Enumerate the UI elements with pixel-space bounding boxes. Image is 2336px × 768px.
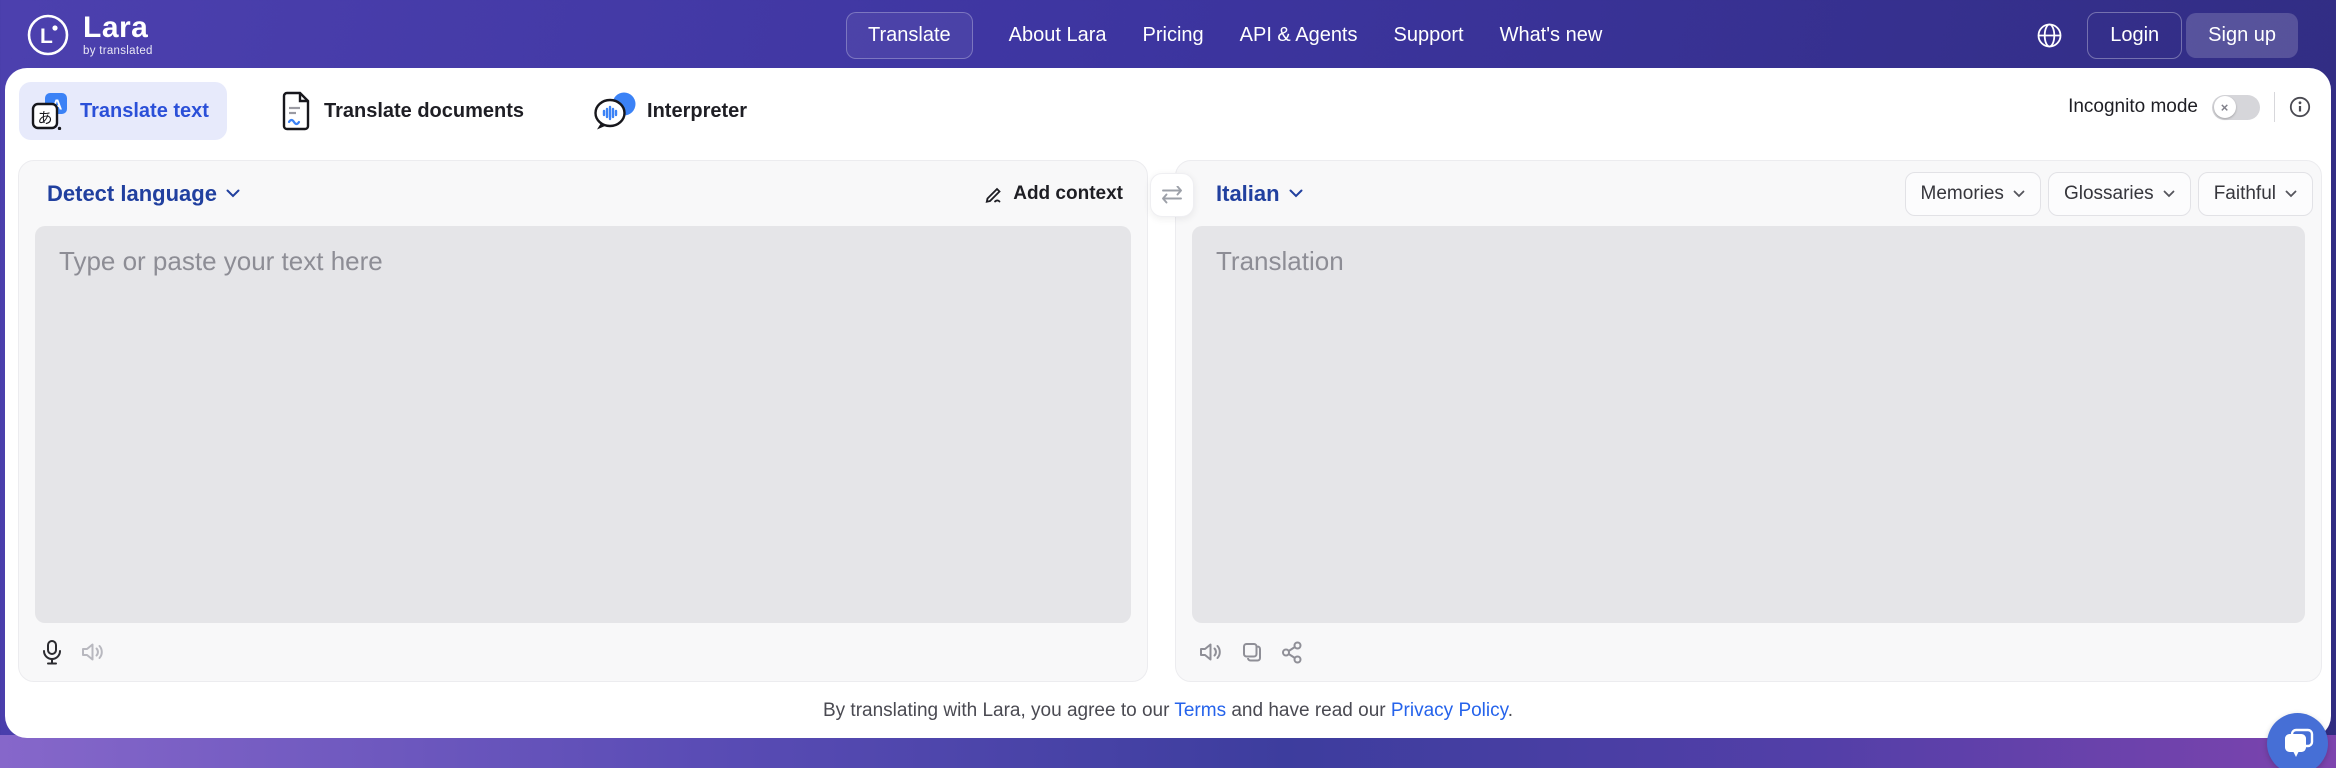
logo-wordmark: Lara bbox=[83, 13, 153, 43]
svg-text:あ: あ bbox=[38, 109, 53, 127]
microphone-icon[interactable] bbox=[41, 639, 63, 666]
nav-link-whats-new[interactable]: What's new bbox=[1500, 24, 1603, 47]
tab-translate-text[interactable]: A あ Translate text bbox=[19, 82, 227, 140]
translator-card: A あ Translate text Translate documents bbox=[5, 68, 2331, 738]
speaker-icon bbox=[80, 641, 106, 663]
tab-translate-documents[interactable]: Translate documents bbox=[267, 81, 542, 141]
tab-label: Translate text bbox=[80, 100, 209, 123]
source-panel: Detect language Add context bbox=[18, 160, 1148, 682]
nav-link-about-lara[interactable]: About Lara bbox=[1009, 24, 1107, 47]
add-context-label: Add context bbox=[1013, 183, 1123, 205]
translation-placeholder: Translation bbox=[1192, 226, 2305, 297]
svg-text:L: L bbox=[40, 25, 53, 48]
privacy-policy-link[interactable]: Privacy Policy bbox=[1391, 700, 1508, 721]
tab-interpreter[interactable]: Interpreter bbox=[582, 82, 765, 140]
top-navbar: L Lara by translated Translate About Lar… bbox=[0, 0, 2336, 70]
add-context-button[interactable]: Add context bbox=[984, 183, 1123, 205]
nav-link-api-agents[interactable]: API & Agents bbox=[1240, 24, 1358, 47]
source-text-input[interactable] bbox=[35, 226, 1131, 623]
pen-icon bbox=[984, 184, 1004, 204]
translate-documents-icon bbox=[279, 91, 313, 131]
globe-language-icon[interactable] bbox=[2036, 22, 2063, 49]
tab-label: Interpreter bbox=[647, 100, 747, 123]
interpreter-icon bbox=[594, 92, 636, 130]
toggle-knob: × bbox=[2214, 96, 2236, 118]
incognito-toggle[interactable]: × bbox=[2212, 95, 2260, 120]
tab-label: Translate documents bbox=[324, 100, 524, 123]
chat-bubbles-icon bbox=[2279, 726, 2317, 762]
chat-widget-button[interactable] bbox=[2267, 713, 2328, 768]
translate-text-icon: A あ bbox=[31, 92, 69, 130]
incognito-mode-label: Incognito mode bbox=[2068, 96, 2198, 118]
signup-button[interactable]: Sign up bbox=[2186, 13, 2298, 58]
target-panel: Italian Memories Glossaries Faithful bbox=[1175, 160, 2322, 682]
lara-logo-mark-icon: L bbox=[26, 13, 70, 57]
nav-link-translate[interactable]: Translate bbox=[846, 12, 973, 59]
info-icon[interactable] bbox=[2289, 96, 2311, 118]
logo-tagline: by translated bbox=[83, 46, 153, 58]
swap-arrows-icon bbox=[1160, 186, 1184, 204]
chevron-down-icon bbox=[2013, 190, 2025, 198]
translation-output: Translation bbox=[1192, 226, 2305, 623]
nav-actions: Login Sign up bbox=[2036, 12, 2298, 59]
glossaries-dropdown[interactable]: Glossaries bbox=[2048, 172, 2191, 216]
chevron-down-icon bbox=[2285, 190, 2297, 198]
nav-link-pricing[interactable]: Pricing bbox=[1143, 24, 1204, 47]
bottom-gradient-band bbox=[0, 735, 2336, 768]
incognito-controls: Incognito mode × bbox=[2068, 68, 2311, 146]
source-language-selector[interactable]: Detect language bbox=[47, 181, 240, 207]
nav-links: Translate About Lara Pricing API & Agent… bbox=[846, 0, 1602, 70]
swap-languages-button[interactable] bbox=[1150, 173, 1194, 217]
target-language-label: Italian bbox=[1216, 181, 1280, 207]
source-language-label: Detect language bbox=[47, 181, 217, 207]
chevron-down-icon bbox=[2163, 190, 2175, 198]
login-button[interactable]: Login bbox=[2087, 12, 2182, 59]
speaker-icon bbox=[1198, 641, 1224, 663]
share-icon bbox=[1281, 641, 1303, 664]
copy-icon bbox=[1241, 641, 1264, 664]
lara-logo[interactable]: L Lara by translated bbox=[26, 13, 153, 58]
nav-link-support[interactable]: Support bbox=[1394, 24, 1464, 47]
chevron-down-icon bbox=[1289, 189, 1303, 198]
faithful-dropdown[interactable]: Faithful bbox=[2198, 172, 2313, 216]
terms-link[interactable]: Terms bbox=[1174, 700, 1226, 721]
target-language-selector[interactable]: Italian bbox=[1216, 181, 1303, 207]
divider bbox=[2274, 92, 2275, 122]
chevron-down-icon bbox=[226, 189, 240, 198]
mode-tabs: A あ Translate text Translate documents bbox=[19, 81, 765, 141]
memories-dropdown[interactable]: Memories bbox=[1905, 172, 2041, 216]
legal-disclaimer: By translating with Lara, you agree to o… bbox=[5, 700, 2331, 722]
